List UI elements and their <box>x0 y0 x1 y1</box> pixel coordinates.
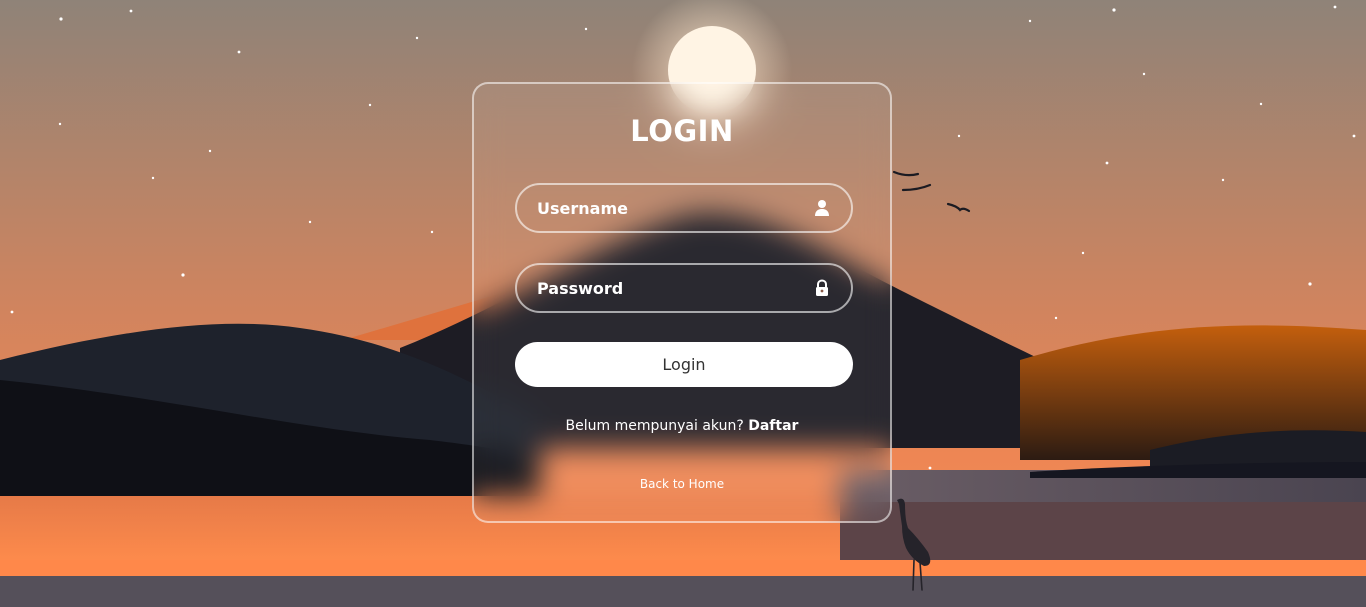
lock-icon <box>813 279 831 297</box>
username-field <box>515 183 853 233</box>
register-prompt-text: Belum mempunyai akun? <box>565 418 744 434</box>
user-icon <box>813 199 831 217</box>
username-input[interactable] <box>517 185 851 231</box>
register-prompt-line: Belum mempunyai akun? Daftar <box>474 418 890 434</box>
login-button[interactable]: Login <box>515 342 853 387</box>
back-to-home-link[interactable]: Back to Home <box>474 477 890 491</box>
password-input[interactable] <box>517 265 851 311</box>
login-card: LOGIN Login Belum mempunyai akun? Daftar… <box>472 82 892 523</box>
login-title: LOGIN <box>630 114 734 148</box>
register-link[interactable]: Daftar <box>748 418 798 434</box>
password-field <box>515 263 853 313</box>
